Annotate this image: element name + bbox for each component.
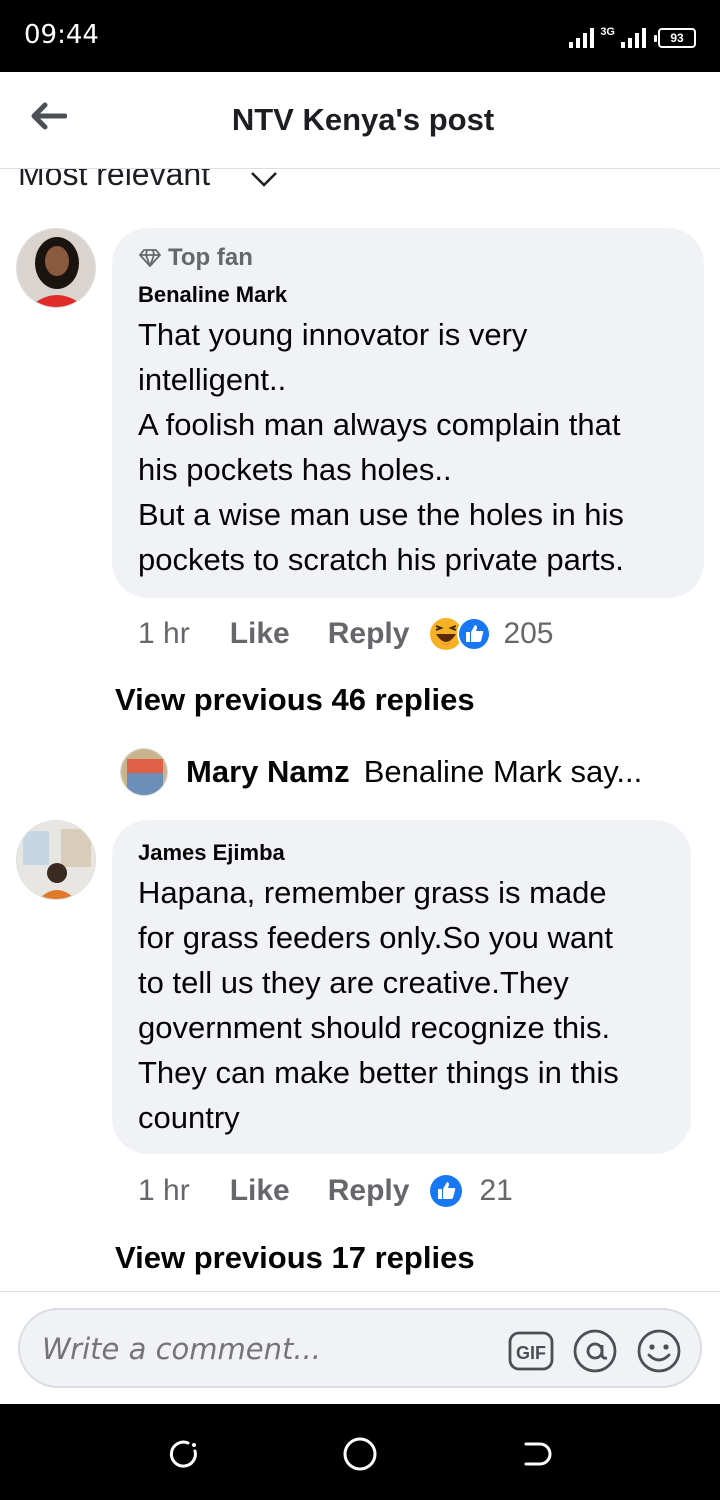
comment-text: Hapana, remember grass is made for grass… — [138, 870, 683, 1140]
comment-line: But a wise man use the holes in his — [138, 497, 624, 532]
at-sign-icon — [573, 1329, 617, 1373]
comment-line: government should recognize this. — [138, 1010, 611, 1045]
emoji-button[interactable] — [636, 1328, 682, 1374]
comment-line: to tell us they are creative.They — [138, 965, 569, 1000]
diamond-icon — [139, 249, 161, 267]
comment-text: That young innovator is very intelligent… — [138, 312, 698, 582]
comment-time[interactable]: 1 hr — [138, 617, 190, 651]
comment-time[interactable]: 1 hr — [138, 1174, 190, 1208]
top-fan-badge: Top fan — [138, 244, 253, 272]
avatar-image — [121, 749, 167, 795]
home-circle-icon — [343, 1437, 377, 1471]
signal-icon — [569, 26, 595, 48]
view-previous-replies[interactable]: View previous 46 replies — [115, 682, 475, 718]
comment-bubble[interactable]: James Ejimba Hapana, remember grass is m… — [112, 820, 691, 1154]
network-type-label: 3G — [600, 26, 615, 38]
post-header: NTV Kenya's post — [0, 72, 720, 168]
avatar[interactable] — [16, 228, 96, 308]
like-reaction-icon — [457, 617, 492, 651]
top-fan-label: Top fan — [168, 244, 253, 271]
comment-line: Hapana, remember grass is made — [138, 875, 607, 910]
avatar[interactable] — [120, 748, 168, 796]
page-title: NTV Kenya's post — [231, 102, 495, 137]
chevron-down-icon — [251, 172, 277, 187]
reply-button[interactable]: Reply — [328, 617, 410, 651]
comment-line: pockets to scratch his private parts. — [138, 542, 624, 577]
back-nav-button[interactable] — [516, 1434, 556, 1474]
reply-button[interactable]: Reply — [328, 1174, 410, 1208]
back-nav-icon — [524, 1442, 552, 1466]
comment-line: country — [138, 1100, 240, 1135]
gif-icon: GIF — [508, 1331, 554, 1371]
avatar-image — [17, 821, 95, 899]
reply-snippet: Benaline Mark say... — [363, 754, 643, 789]
avatar[interactable] — [16, 820, 96, 900]
recent-apps-icon — [169, 1440, 197, 1468]
avatar-image — [17, 229, 95, 307]
status-icons: 3G 93 — [569, 22, 696, 48]
comment-line: A foolish man always complain that — [138, 407, 621, 442]
comment-input[interactable] — [42, 1332, 472, 1366]
comment-author[interactable]: James Ejimba — [138, 840, 285, 866]
comment-line: his pockets has holes.. — [138, 452, 452, 487]
comment-bubble[interactable]: Top fan Benaline Mark That young innovat… — [112, 228, 704, 598]
comment-actions: 1 hr Like Reply 205 — [138, 614, 554, 654]
like-button[interactable]: Like — [230, 1174, 290, 1208]
reactions-summary[interactable]: 205 — [429, 617, 554, 651]
reaction-count: 21 — [479, 1174, 513, 1207]
mention-button[interactable] — [572, 1328, 618, 1374]
view-previous-replies[interactable]: View previous 17 replies — [115, 1240, 475, 1276]
status-time: 09:44 — [24, 20, 99, 50]
recent-apps-button[interactable] — [164, 1434, 204, 1474]
gif-label: GIF — [516, 1343, 546, 1363]
like-reaction-icon — [430, 1175, 463, 1207]
signal-2-icon — [621, 26, 646, 48]
like-button[interactable]: Like — [230, 617, 290, 651]
comment-line: That young innovator is very — [138, 317, 528, 352]
status-bar: 09:44 3G 93 — [0, 0, 720, 72]
gif-button[interactable]: GIF — [508, 1328, 554, 1374]
comment-line: intelligent.. — [138, 362, 287, 397]
comment-actions: 1 hr Like Reply 21 — [138, 1171, 513, 1211]
comment-line: They can make better things in this — [138, 1055, 619, 1090]
system-nav-bar — [0, 1404, 720, 1500]
comment-composer[interactable]: GIF — [18, 1308, 702, 1388]
smiley-icon — [637, 1329, 681, 1373]
latest-reply[interactable]: Mary Namz Benaline Mark say... — [120, 748, 642, 796]
reply-author: Mary Namz — [186, 754, 350, 789]
reactions-summary[interactable]: 21 — [429, 1174, 513, 1208]
comment-author[interactable]: Benaline Mark — [138, 282, 287, 308]
home-button[interactable] — [340, 1434, 380, 1474]
battery-icon: 93 — [654, 28, 696, 48]
composer-divider — [0, 1291, 720, 1292]
reaction-count: 205 — [503, 617, 554, 650]
header-divider — [0, 168, 720, 169]
comment-line: for grass feeders only.So you want — [138, 920, 614, 955]
